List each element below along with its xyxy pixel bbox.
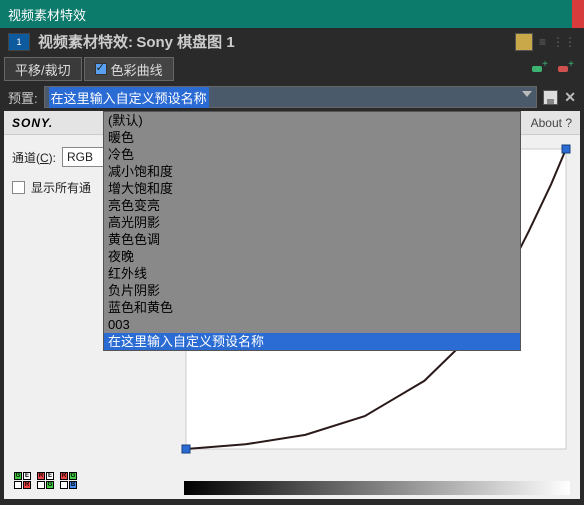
gradient-bar xyxy=(184,481,570,495)
preset-option[interactable]: 蓝色和黄色 xyxy=(104,299,520,316)
checkbox-enabled-icon[interactable] xyxy=(95,63,107,75)
preset-select-value: 在这里输入自定义预设名称 xyxy=(49,87,209,108)
window-title: 视频素材特效 xyxy=(8,5,86,24)
grid-view-icon[interactable]: ⋮⋮ xyxy=(552,35,576,49)
list-view-icon[interactable]: ≡ xyxy=(539,35,546,49)
add-plugin-icon[interactable] xyxy=(530,61,546,77)
main-area: SONY. About ? 通道(C): RGB 显示所有通 xyxy=(0,111,584,505)
preset-option[interactable]: 增大饱和度 xyxy=(104,180,520,197)
document-icon[interactable]: 1 xyxy=(8,33,30,51)
rgb-sync-icons: GE R RE G RG B xyxy=(14,472,77,489)
preset-option[interactable]: 冷色 xyxy=(104,146,520,163)
rgb-sync-3-icon[interactable]: RG B xyxy=(60,472,77,489)
tab-color-curves[interactable]: 色彩曲线 xyxy=(84,57,174,81)
preset-option[interactable]: 亮色变亮 xyxy=(104,197,520,214)
preset-option[interactable]: 暖色 xyxy=(104,129,520,146)
preset-option[interactable]: 003 xyxy=(104,316,520,333)
preset-select[interactable]: 在这里输入自定义预设名称 xyxy=(44,86,538,108)
preset-option[interactable]: 夜晚 xyxy=(104,248,520,265)
curve-handle[interactable] xyxy=(182,445,190,453)
subheader-label: 视频素材特效: xyxy=(38,34,133,51)
subheader-item: Sony 棋盘图 1 xyxy=(136,34,234,51)
curve-handle[interactable] xyxy=(562,145,570,153)
timeline-marker-icon[interactable] xyxy=(515,33,533,51)
close-button[interactable] xyxy=(572,0,584,28)
preset-dropdown[interactable]: (默认)暖色冷色减小饱和度增大饱和度亮色变亮高光阴影黄色色调夜晚红外线负片阴影蓝… xyxy=(103,111,521,351)
preset-option[interactable]: (默认) xyxy=(104,112,520,129)
show-all-label: 显示所有通 xyxy=(31,179,91,196)
show-all-checkbox[interactable] xyxy=(12,181,25,194)
preset-label: 预置: xyxy=(8,88,38,107)
tab-pan-crop[interactable]: 平移/裁切 xyxy=(4,57,82,81)
tabbar: 平移/裁切 色彩曲线 xyxy=(0,55,584,83)
delete-preset-icon[interactable]: ✕ xyxy=(564,89,576,106)
preset-option[interactable]: 红外线 xyxy=(104,265,520,282)
remove-plugin-icon[interactable] xyxy=(556,61,572,77)
titlebar: 视频素材特效 xyxy=(0,0,584,28)
brand-logo: SONY. xyxy=(12,116,53,130)
preset-option[interactable]: 减小饱和度 xyxy=(104,163,520,180)
chevron-down-icon xyxy=(522,91,532,97)
channel-label: 通道(C): xyxy=(12,149,56,166)
subheader-text: 视频素材特效: Sony 棋盘图 1 xyxy=(38,31,235,52)
rgb-sync-2-icon[interactable]: RE G xyxy=(37,472,54,489)
save-preset-icon[interactable] xyxy=(543,90,558,105)
preset-option[interactable]: 在这里输入自定义预设名称 xyxy=(104,333,520,350)
preset-row: 预置: 在这里输入自定义预设名称 ✕ xyxy=(0,83,584,111)
preset-option[interactable]: 高光阴影 xyxy=(104,214,520,231)
subheader: 1 视频素材特效: Sony 棋盘图 1 ≡ ⋮⋮ xyxy=(0,28,584,55)
rgb-sync-1-icon[interactable]: GE R xyxy=(14,472,31,489)
preset-option[interactable]: 黄色色调 xyxy=(104,231,520,248)
preset-option[interactable]: 负片阴影 xyxy=(104,282,520,299)
about-link[interactable]: About ? xyxy=(531,116,572,130)
